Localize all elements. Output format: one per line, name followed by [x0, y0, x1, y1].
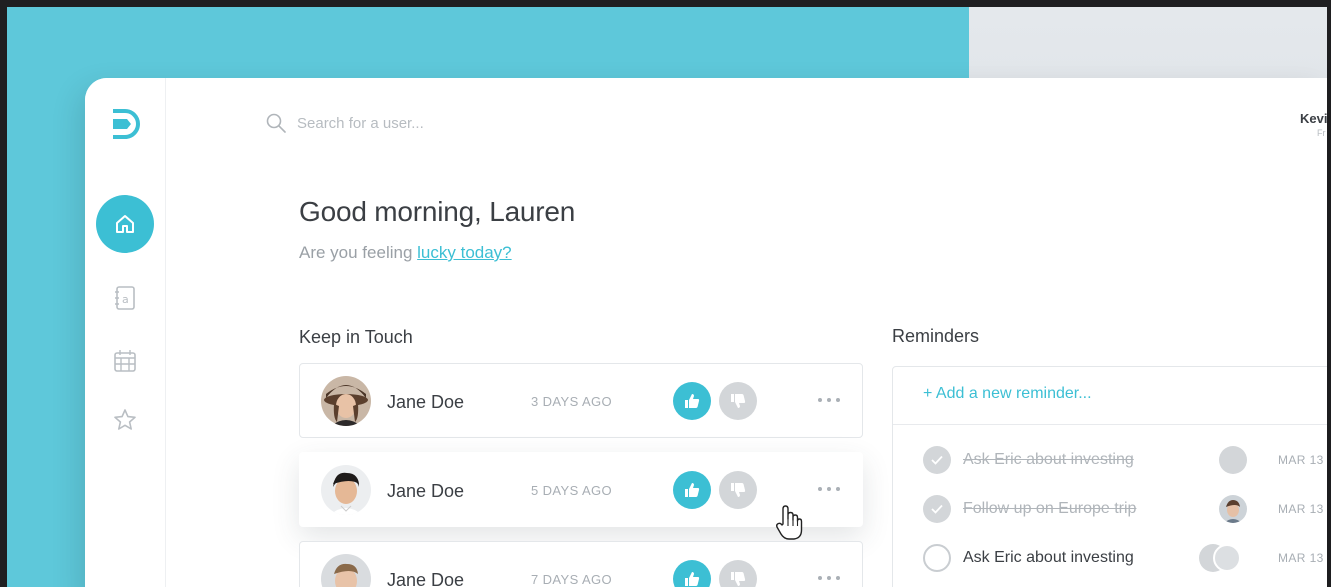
thumbs-down-icon	[731, 483, 746, 497]
reminder-date: MAR 13	[1278, 453, 1324, 467]
user-name[interactable]: Kevi	[1300, 111, 1327, 126]
check-icon	[931, 504, 943, 514]
more-options-button[interactable]	[816, 479, 846, 501]
search-bar	[265, 108, 597, 138]
reminder-item: Follow up on Europe trip MAR 13	[923, 494, 1327, 524]
calendar-icon	[114, 350, 136, 372]
thumbs-up-icon	[685, 394, 700, 408]
reminders-panel: + Add a new reminder... Ask Eric about i…	[892, 366, 1327, 587]
svg-text:a: a	[122, 293, 129, 306]
home-icon	[116, 215, 134, 233]
hand-cursor-icon	[776, 505, 803, 540]
search-icon	[266, 113, 286, 133]
reminder-text: Ask Eric about investing	[963, 451, 1134, 468]
contact-row[interactable]: Jane Doe 7 DAYS AGO	[299, 541, 863, 587]
divider	[893, 424, 1327, 425]
avatar	[1219, 495, 1247, 523]
contact-last-seen: 5 DAYS AGO	[531, 483, 613, 498]
thumbs-down-icon	[731, 572, 746, 586]
lucky-link[interactable]: lucky today?	[417, 243, 512, 262]
thumbs-down-button[interactable]	[719, 382, 757, 420]
greeting-subtitle: Are you feeling lucky today?	[299, 243, 512, 263]
thumbs-up-button[interactable]	[673, 382, 711, 420]
nav-home[interactable]	[96, 195, 154, 253]
thumbs-down-icon	[731, 394, 746, 408]
more-options-button[interactable]	[816, 390, 846, 412]
contact-name: Jane Doe	[387, 392, 465, 412]
more-options-button[interactable]	[816, 568, 846, 587]
sidebar: a	[85, 78, 166, 587]
greeting-prefix: Are you feeling	[299, 243, 418, 262]
nav-contacts[interactable]: a	[112, 285, 138, 311]
contact-last-seen: 3 DAYS AGO	[531, 394, 613, 409]
app-window: a Kevi Fr Good morning, Lauren Are you f…	[85, 78, 1327, 587]
avatar	[1213, 544, 1241, 572]
reminder-text: Follow up on Europe trip	[963, 500, 1137, 517]
reminder-checkbox[interactable]	[923, 446, 951, 474]
contacts-icon: a	[115, 286, 135, 310]
thumbs-down-button[interactable]	[719, 471, 757, 509]
avatar	[321, 465, 371, 515]
star-icon	[114, 409, 136, 430]
contact-row[interactable]: Jane Doe 3 DAYS AGO	[299, 363, 863, 438]
reminder-item: Ask Eric about investing MAR 13	[923, 543, 1327, 573]
avatar	[321, 376, 371, 426]
thumbs-up-button[interactable]	[673, 560, 711, 587]
avatar	[1219, 446, 1247, 474]
search-input[interactable]	[297, 114, 597, 132]
reminder-item: Ask Eric about investing MAR 13	[923, 445, 1327, 475]
thumbs-up-icon	[685, 572, 700, 586]
avatar	[321, 554, 371, 587]
nav-favorites[interactable]	[112, 407, 138, 433]
reminder-text: Ask Eric about investing	[963, 549, 1134, 566]
reminders-title: Reminders	[892, 326, 980, 346]
reminder-date: MAR 13	[1278, 502, 1324, 516]
thumbs-up-button[interactable]	[673, 471, 711, 509]
more-icon	[818, 487, 840, 491]
reminder-checkbox[interactable]	[923, 544, 951, 572]
reminder-checkbox[interactable]	[923, 495, 951, 523]
add-reminder-button[interactable]: + Add a new reminder...	[923, 385, 1092, 403]
keep-in-touch-title: Keep in Touch	[299, 327, 413, 347]
contact-last-seen: 7 DAYS AGO	[531, 572, 613, 587]
thumbs-up-icon	[685, 483, 700, 497]
nav-calendar[interactable]	[112, 348, 138, 374]
contact-name: Jane Doe	[387, 481, 465, 501]
page-title: Good morning, Lauren	[299, 196, 576, 227]
reminder-date: MAR 13	[1278, 551, 1324, 565]
more-icon	[818, 576, 840, 580]
more-icon	[818, 398, 840, 402]
logo-icon[interactable]	[109, 107, 143, 141]
thumbs-down-button[interactable]	[719, 560, 757, 587]
contact-name: Jane Doe	[387, 570, 465, 587]
user-subtitle: Fr	[1317, 128, 1326, 138]
check-icon	[931, 455, 943, 465]
